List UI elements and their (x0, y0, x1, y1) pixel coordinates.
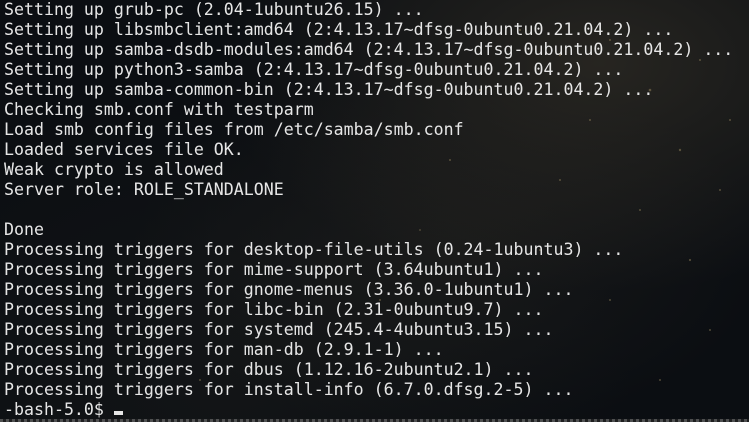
output-line: Processing triggers for libc-bin (2.31-0… (4, 300, 544, 319)
command-line[interactable]: -bash-5.0$ (4, 400, 733, 420)
terminal-window[interactable]: Setting up grub-pc (2.04-1ubuntu26.15) .… (0, 0, 749, 422)
output-line: Processing triggers for gnome-menus (3.3… (4, 280, 574, 299)
output-line: Setting up samba-common-bin (2:4.13.17~d… (4, 80, 654, 99)
output-line: Processing triggers for desktop-file-uti… (4, 240, 624, 259)
output-line: Weak crypto is allowed (4, 160, 224, 179)
text-cursor (113, 411, 123, 415)
output-line: Setting up libsmbclient:amd64 (2:4.13.17… (4, 20, 674, 39)
output-line: Processing triggers for systemd (245.4-4… (4, 320, 554, 339)
output-line: Processing triggers for dbus (1.12.16-2u… (4, 360, 534, 379)
output-line: Setting up samba-dsdb-modules:amd64 (2:4… (4, 40, 734, 59)
output-line: Setting up grub-pc (2.04-1ubuntu26.15) .… (4, 0, 424, 19)
output-line: Setting up python3-samba (2:4.13.17~dfsg… (4, 60, 624, 79)
output-line: Server role: ROLE_STANDALONE (4, 180, 284, 199)
shell-prompt: -bash-5.0$ (4, 400, 104, 419)
terminal-output: Setting up grub-pc (2.04-1ubuntu26.15) .… (4, 0, 733, 420)
output-line: Done (4, 220, 44, 239)
output-line: Processing triggers for install-info (6.… (4, 380, 574, 399)
output-line: Processing triggers for man-db (2.9.1-1)… (4, 340, 444, 359)
output-line: Load smb config files from /etc/samba/sm… (4, 120, 464, 139)
output-line: Processing triggers for mime-support (3.… (4, 260, 544, 279)
output-line: Loaded services file OK. (4, 140, 244, 159)
output-line: Checking smb.conf with testparm (4, 100, 314, 119)
